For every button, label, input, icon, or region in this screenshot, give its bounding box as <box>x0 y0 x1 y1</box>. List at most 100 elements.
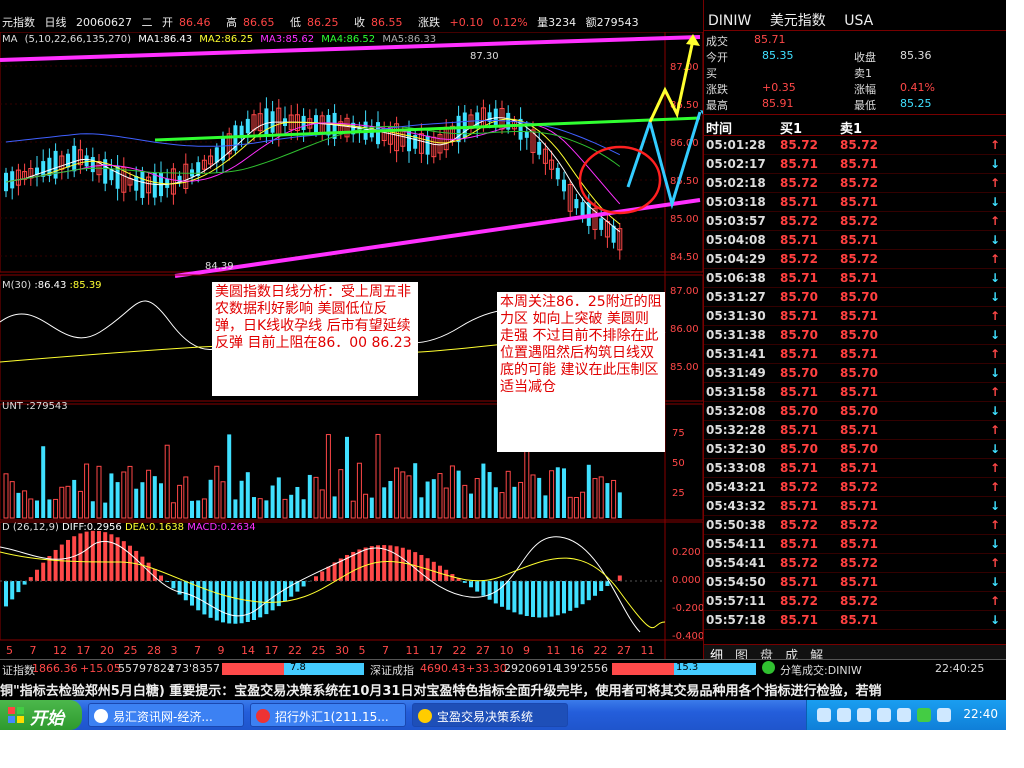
pct-value: 0.41% <box>900 81 935 94</box>
tick-bid: 85.71 <box>780 575 818 589</box>
macd-bar-positive <box>78 533 83 581</box>
macd-bar-positive <box>59 544 64 581</box>
macd-bar-negative <box>208 581 213 618</box>
period-label[interactable]: 日线 <box>45 16 67 29</box>
candle-body-down <box>537 141 542 155</box>
tick-list[interactable]: 05:01:28 85.72 85.72 ↑ 05:02:17 85.71 85.71 ↓ 05… <box>704 136 1006 630</box>
tick-ask: 85.72 <box>840 176 878 190</box>
macd-bar-positive <box>363 547 368 581</box>
tick-row[interactable]: 05:06:38 85.71 85.71 ↓ <box>704 269 1006 288</box>
macd-bar-negative <box>264 581 269 615</box>
price-tick-label: 85.50 <box>670 176 699 187</box>
macd-bar-negative <box>183 581 188 601</box>
date-tick-label: 28 <box>147 644 161 657</box>
tick-time: 05:03:57 <box>706 214 766 228</box>
tick-row[interactable]: 05:31:41 85.71 85.71 ↑ <box>704 345 1006 364</box>
tick-ask: 85.71 <box>840 575 878 589</box>
volume-bar-up <box>462 484 468 519</box>
tick-row[interactable]: 05:43:32 85.71 85.71 ↓ <box>704 497 1006 516</box>
tick-row[interactable]: 05:02:17 85.71 85.71 ↓ <box>704 155 1006 174</box>
tray-icon-1[interactable] <box>817 708 831 722</box>
sell-label: 卖1 <box>854 67 872 80</box>
tick-row[interactable]: 05:57:18 85.71 85.71 ↓ <box>704 611 1006 630</box>
tick-row[interactable]: 05:32:08 85.70 85.70 ↓ <box>704 402 1006 421</box>
analysis-note-right: 本周关注86．25附近的阻力区 如向上突破 美圆则走强 不过目前不排除在此位置遇… <box>497 292 665 452</box>
task-button-forex[interactable]: 招行外汇1(211.15... <box>250 703 406 727</box>
tick-row[interactable]: 05:03:57 85.72 85.72 ↑ <box>704 212 1006 231</box>
macd-bar-negative <box>506 581 511 610</box>
tick-row[interactable]: 05:43:21 85.72 85.72 ↑ <box>704 478 1006 497</box>
task-button-trading[interactable]: 宝盈交易决策系统 <box>412 703 568 727</box>
volume-bar-up <box>580 491 586 519</box>
start-button[interactable]: 开始 <box>0 700 82 730</box>
tick-row[interactable]: 05:31:49 85.70 85.70 ↓ <box>704 364 1006 383</box>
low-quote: 低 86.25 <box>290 16 345 29</box>
tick-row[interactable]: 05:03:18 85.71 85.71 ↓ <box>704 193 1006 212</box>
tick-row[interactable]: 05:32:28 85.71 85.71 ↑ <box>704 421 1006 440</box>
volume-bar-down <box>388 480 393 518</box>
tray-icon-2[interactable] <box>837 708 851 722</box>
tray-icon-6[interactable] <box>917 708 931 722</box>
tick-row[interactable]: 05:31:38 85.70 85.70 ↓ <box>704 326 1006 345</box>
macd-bar-negative <box>599 581 604 592</box>
tick-row[interactable]: 05:02:18 85.72 85.72 ↑ <box>704 174 1006 193</box>
low-value: 86.25 <box>307 16 339 29</box>
lower-trendline <box>174 198 701 278</box>
tick-ask: 85.71 <box>840 385 878 399</box>
tray-icon-5[interactable] <box>897 708 911 722</box>
quote-row: 元指数 日线 20060627 二 开 86.46 高 86.65 低 86.25 收… <box>2 14 645 30</box>
tick-row[interactable]: 05:33:08 85.71 85.71 ↑ <box>704 459 1006 478</box>
macd-bar-negative <box>481 581 486 596</box>
sh-strength-value: 7.8 <box>290 662 306 673</box>
buy-label: 买 <box>706 67 717 80</box>
date-tick-label: 22 <box>594 644 608 657</box>
macd-bar-positive <box>400 547 405 581</box>
tick-row[interactable]: 05:54:50 85.71 85.71 ↓ <box>704 573 1006 592</box>
arrow-up-icon: ↑ <box>990 461 1001 475</box>
candle-body-down <box>425 135 430 155</box>
volume-bar-up <box>530 474 536 519</box>
volume-bar-up <box>84 463 90 519</box>
low-label: 最低 <box>854 99 876 112</box>
macd-bar-negative <box>221 581 225 623</box>
taskbar-clock[interactable]: 22:40 <box>963 707 998 721</box>
task-button-news[interactable]: 易汇资讯网-经济... <box>88 703 244 727</box>
volume-bar-down <box>431 479 436 518</box>
dmi-tick-label: 86.00 <box>670 324 699 335</box>
change-label: 涨跌 <box>706 83 728 96</box>
tick-row[interactable]: 05:04:08 85.71 85.71 ↓ <box>704 231 1006 250</box>
macd-legend: D (26,12,9) DIFF:0.2956 DEA:0.1638 MACD:… <box>2 522 256 533</box>
tick-ask: 85.70 <box>840 328 878 342</box>
tick-row[interactable]: 05:31:58 85.71 85.71 ↑ <box>704 383 1006 402</box>
tick-table-header: 时间 买1 卖1 <box>704 114 1006 137</box>
task-label-news: 易汇资讯网-经济... <box>113 710 213 724</box>
tick-row[interactable]: 05:04:29 85.72 85.72 ↑ <box>704 250 1006 269</box>
tick-row[interactable]: 05:57:11 85.72 85.72 ↑ <box>704 592 1006 611</box>
arrow-down-icon: ↓ <box>990 157 1001 171</box>
open-quote: 开 86.46 <box>162 16 217 29</box>
candles <box>4 97 623 260</box>
macd-bar-negative <box>10 581 15 600</box>
tray-icon-4[interactable] <box>877 708 891 722</box>
tick-row[interactable]: 05:32:30 85.70 85.70 ↓ <box>704 440 1006 459</box>
tray-icon-3[interactable] <box>857 708 871 722</box>
volume-bar-down <box>493 487 498 518</box>
tick-row[interactable]: 05:54:41 85.72 85.72 ↑ <box>704 554 1006 573</box>
tick-row[interactable]: 05:50:38 85.72 85.72 ↑ <box>704 516 1006 535</box>
volume-bar-down <box>47 499 52 518</box>
news-ticker[interactable]: 铜"指标去检验郑州5月白糖) 重要提示：宝盈交易决策系统在10月31日对宝盈特色… <box>0 677 1006 699</box>
app-icon <box>418 709 432 723</box>
volume-bar-down <box>270 485 275 518</box>
tick-row[interactable]: 05:01:28 85.72 85.72 ↑ <box>704 136 1006 155</box>
tick-row[interactable]: 05:54:11 85.71 85.71 ↓ <box>704 535 1006 554</box>
change-pct: 0.12% <box>492 16 528 29</box>
tick-ask: 85.72 <box>840 556 878 570</box>
tick-row[interactable]: 05:31:27 85.70 85.70 ↓ <box>704 288 1006 307</box>
volume-icon[interactable] <box>937 708 951 722</box>
instrument-header: DINIW 美元指数 USA <box>704 0 1006 30</box>
tick-deal-label[interactable]: 分笔成交:DINIW <box>780 662 862 678</box>
macd-bar-negative <box>524 581 529 617</box>
tick-row[interactable]: 05:31:30 85.71 85.71 ↑ <box>704 307 1006 326</box>
macd-bar-positive <box>90 530 95 581</box>
date-tick-label: 25 <box>312 644 326 657</box>
